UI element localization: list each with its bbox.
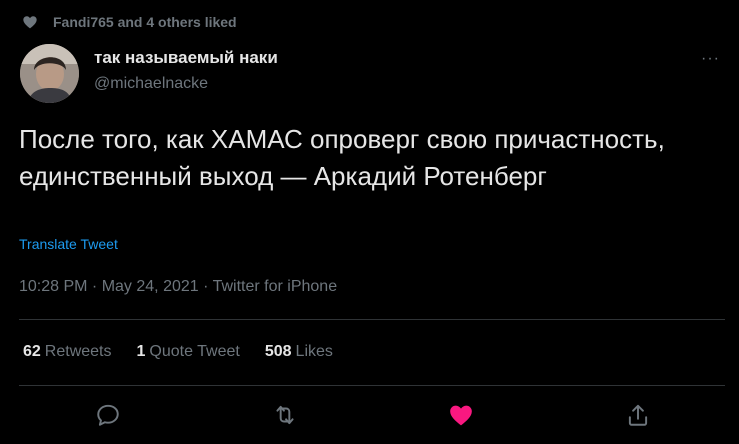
translate-tweet-link[interactable]: Translate Tweet: [19, 236, 118, 252]
quote-tweets-label: Quote Tweet: [149, 343, 240, 360]
tweet-stats: 62 Retweets 1 Quote Tweet 508 Likes: [23, 343, 358, 361]
likes-count: 508: [264, 343, 292, 360]
retweet-icon: [276, 405, 294, 425]
heart-icon: [23, 16, 37, 29]
share-icon: [628, 404, 648, 426]
author-handle[interactable]: @michaelnacke: [94, 75, 208, 93]
tweet-actions: [0, 402, 739, 428]
retweets-count: 62: [23, 343, 41, 360]
social-context[interactable]: Fandi765 and 4 others liked: [22, 14, 237, 30]
reply-button[interactable]: [95, 402, 121, 428]
divider: [19, 319, 725, 320]
retweets-stat[interactable]: 62 Retweets: [23, 343, 112, 361]
retweet-button[interactable]: [272, 402, 298, 428]
avatar-image: [20, 44, 79, 103]
avatar[interactable]: [20, 44, 79, 103]
more-options-icon[interactable]: ···: [701, 50, 720, 68]
divider: [19, 385, 725, 386]
social-context-text: Fandi765 and 4 others liked: [53, 14, 237, 30]
quote-tweets-stat[interactable]: 1 Quote Tweet: [137, 343, 240, 361]
quote-tweets-count: 1: [136, 343, 146, 360]
like-button[interactable]: [448, 402, 474, 428]
likes-label: Likes: [295, 343, 333, 360]
retweets-label: Retweets: [44, 343, 112, 360]
heart-icon: [450, 405, 472, 426]
share-button[interactable]: [625, 402, 651, 428]
author-display-name[interactable]: так называемый наки: [94, 48, 278, 68]
likes-stat[interactable]: 508 Likes: [265, 343, 333, 361]
tweet-text: После того, как ХАМАС опроверг свою прич…: [19, 124, 665, 191]
reply-icon: [97, 404, 119, 426]
tweet-timestamp[interactable]: 10:28 PM · May 24, 2021 · Twitter for iP…: [19, 278, 337, 296]
